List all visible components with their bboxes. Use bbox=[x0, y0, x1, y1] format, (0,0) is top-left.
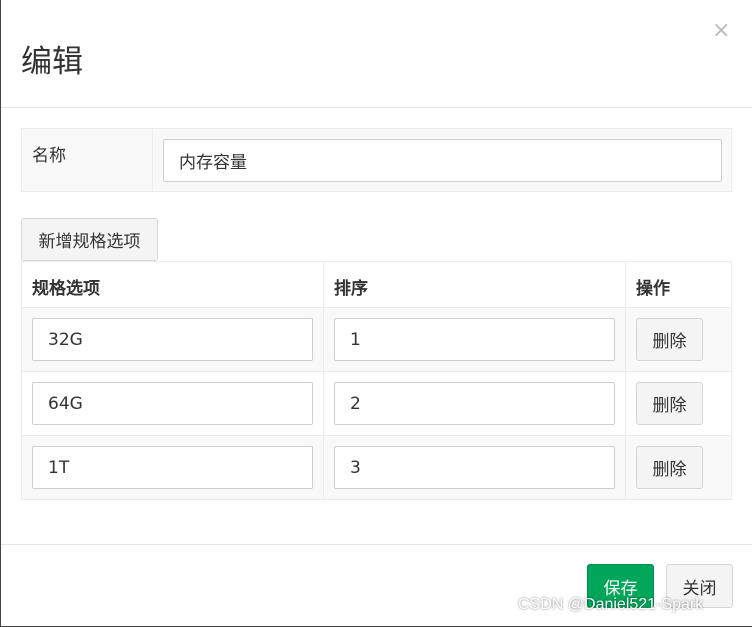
window-edge-left bbox=[0, 0, 1, 627]
name-cell-divider bbox=[152, 129, 153, 191]
column-divider bbox=[625, 261, 626, 500]
modal-title: 编辑 bbox=[21, 44, 83, 80]
spec-option-input[interactable] bbox=[32, 318, 313, 361]
delete-button[interactable]: 删除 bbox=[636, 446, 703, 489]
order-input[interactable] bbox=[334, 318, 615, 361]
column-header-action: 操作 bbox=[636, 279, 670, 299]
column-header-option: 规格选项 bbox=[32, 279, 100, 299]
column-divider bbox=[323, 261, 324, 500]
add-spec-option-button[interactable]: 新增规格选项 bbox=[21, 218, 158, 261]
watermark-text: CSDN @Daniel521-Spark bbox=[518, 596, 704, 613]
delete-button[interactable]: 删除 bbox=[636, 382, 703, 425]
spec-options-table: 规格选项 排序 操作 删除 删除 删除 bbox=[21, 261, 732, 500]
name-label: 名称 bbox=[32, 146, 66, 166]
footer-divider bbox=[1, 544, 752, 545]
spec-option-input[interactable] bbox=[32, 382, 313, 425]
header-divider bbox=[1, 107, 752, 108]
table-border-right bbox=[731, 261, 732, 500]
name-input[interactable] bbox=[163, 139, 722, 182]
spec-option-input[interactable] bbox=[32, 446, 313, 489]
table-border-left bbox=[21, 261, 22, 500]
name-field-row: 名称 bbox=[21, 128, 732, 192]
close-icon[interactable]: × bbox=[712, 17, 730, 45]
order-input[interactable] bbox=[334, 446, 615, 489]
order-input[interactable] bbox=[334, 382, 615, 425]
column-header-order: 排序 bbox=[334, 279, 368, 299]
delete-button[interactable]: 删除 bbox=[636, 318, 703, 361]
